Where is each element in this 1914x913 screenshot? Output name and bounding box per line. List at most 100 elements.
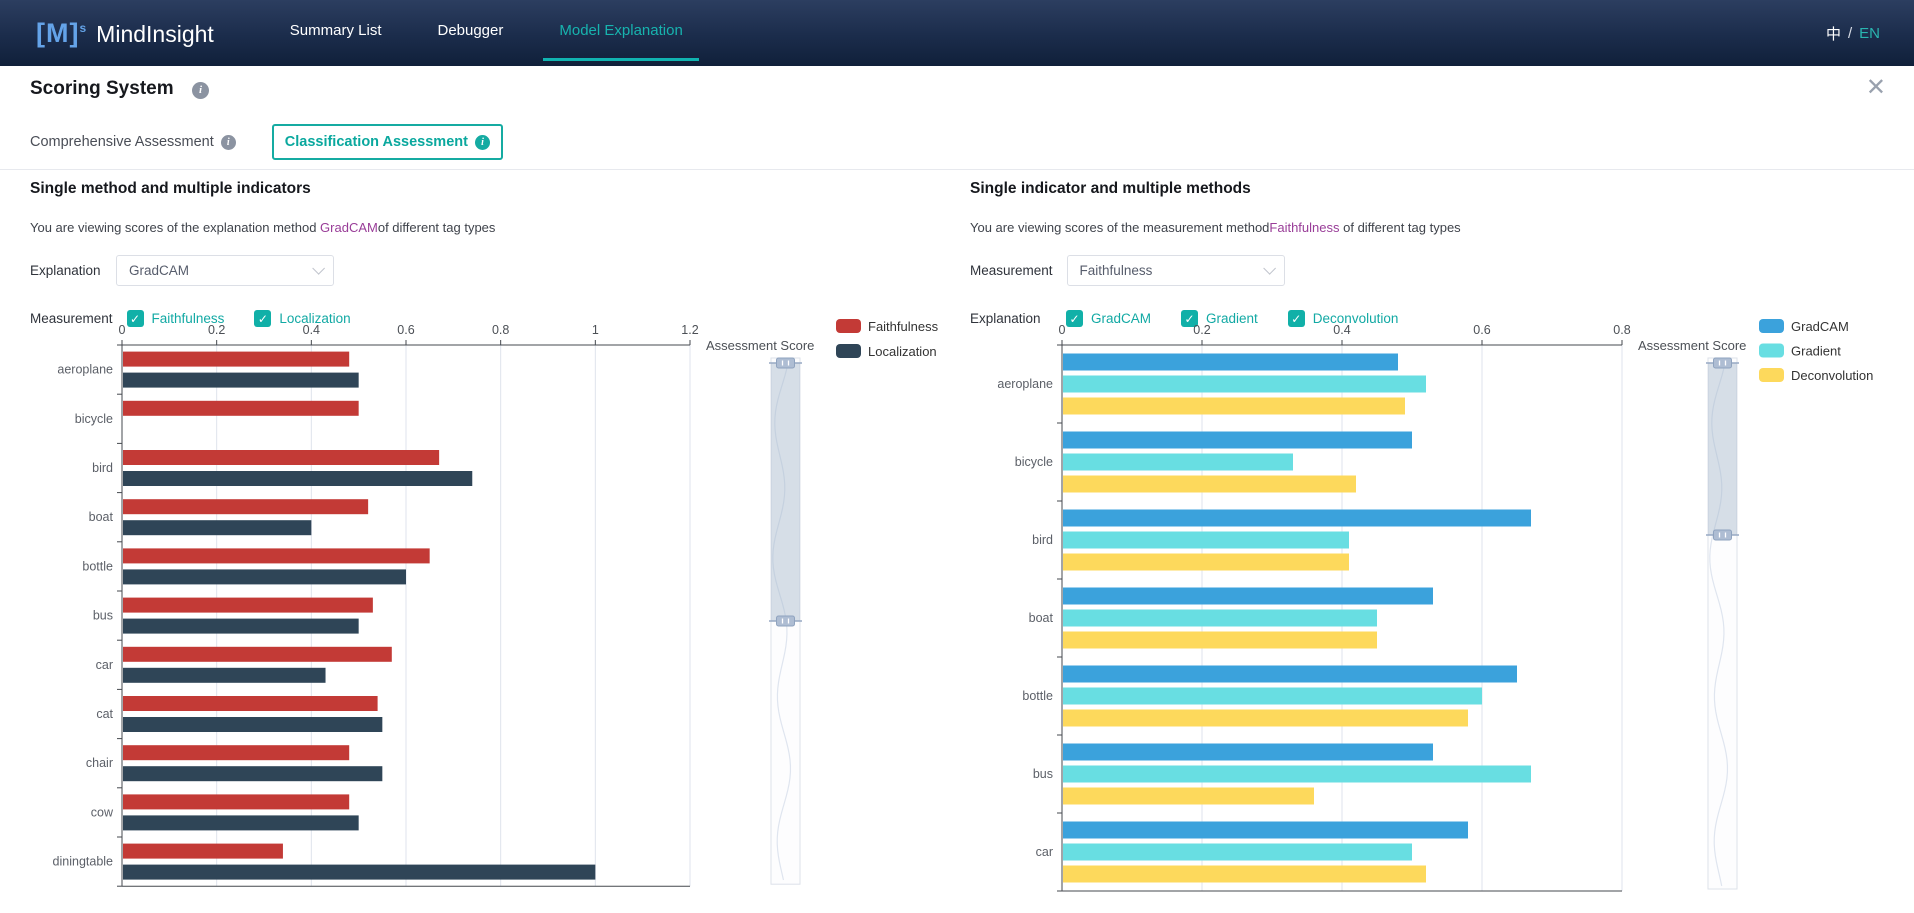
x-tick-label: 0.4 [1333,323,1350,337]
bar-localization-bottle [123,569,406,584]
slider-handle-bottom[interactable] [777,616,795,626]
category-label: boat [89,510,114,524]
tab-comprehensive-assessment[interactable]: Comprehensive Assessment i [30,134,236,150]
left-chart: 00.20.40.60.811.2aeroplanebicyclebirdboa… [30,315,960,913]
tab-classification-assessment[interactable]: Classification Assessmenti [272,124,503,160]
close-icon[interactable]: ✕ [1866,76,1886,100]
right-chart: 00.20.40.60.8aeroplanebicyclebirdboatbot… [970,315,1914,913]
legend-label: Localization [868,344,937,359]
bar-gradient-bicycle [1063,454,1293,471]
x-tick-label: 0.8 [1613,323,1630,337]
note-method: Faithfulness [1269,220,1339,235]
panel-single-method: Single method and multiple indicators Yo… [30,176,950,327]
legend-item-gradcam[interactable]: GradCAM [1759,319,1849,334]
lang-en-button[interactable]: EN [1859,25,1880,42]
x-axis-name: Assessment Score [706,338,814,353]
bar-localization-car [123,668,326,683]
bar-faithfulness-bicycle [123,401,359,416]
bar-deconvolution-bottle [1063,710,1468,727]
bar-deconvolution-bus [1063,788,1314,805]
viewing-note: You are viewing scores of the explanatio… [30,220,950,235]
nav-tabs: Summary List Debugger Model Explanation [262,0,711,66]
bar-localization-cat [123,717,382,732]
nav-tab-model-explanation[interactable]: Model Explanation [543,0,698,66]
bar-deconvolution-boat [1063,632,1377,649]
category-label: car [1036,845,1053,859]
x-tick-label: 1.2 [681,323,698,337]
category-label: bird [1032,533,1053,547]
section-heading: Single indicator and multiple methods [970,180,1900,198]
bar-faithfulness-bottle [123,548,430,563]
bar-faithfulness-chair [123,745,349,760]
category-label: diningtable [53,855,114,869]
slider-handle-top[interactable] [1714,358,1732,368]
note-method: GradCAM [320,220,378,235]
language-switch: 中 / EN [1826,0,1880,66]
bar-faithfulness-car [123,647,392,662]
viewing-note: You are viewing scores of the measuremen… [970,220,1900,235]
info-icon[interactable]: i [192,82,209,99]
legend-swatch [1759,344,1784,358]
bar-localization-diningtable [123,865,595,880]
slider-handle-top[interactable] [777,358,795,368]
panel-single-indicator: Single indicator and multiple methods Yo… [970,176,1900,327]
explanation-select[interactable]: GradCAM [116,255,334,286]
nav-tab-summary-list[interactable]: Summary List [274,0,398,66]
bar-gradcam-boat [1063,588,1433,605]
bar-faithfulness-cow [123,794,349,809]
category-label: boat [1029,611,1054,625]
info-icon[interactable]: i [221,135,236,150]
bar-gradient-bus [1063,766,1531,783]
bar-faithfulness-diningtable [123,844,283,859]
category-label: bird [92,461,113,475]
category-label: cow [91,805,114,819]
info-icon[interactable]: i [475,135,490,150]
note-prefix: You are viewing scores of the measuremen… [970,220,1269,235]
x-tick-label: 0.2 [208,323,225,337]
category-label: car [96,658,113,672]
bar-localization-bus [123,619,359,634]
x-tick-label: 0 [119,323,126,337]
legend-item-gradient[interactable]: Gradient [1759,344,1841,359]
measurement-select[interactable]: Faithfulness [1067,255,1285,286]
legend-item-deconvolution[interactable]: Deconvolution [1759,368,1873,383]
bar-faithfulness-bird [123,450,439,465]
legend-item-faithfulness[interactable]: Faithfulness [836,319,939,334]
bar-gradient-bottle [1063,688,1482,705]
note-suffix: of different tag types [1340,220,1461,235]
bar-localization-bird [123,471,472,486]
bar-deconvolution-car [1063,866,1426,883]
note-prefix: You are viewing scores of the explanatio… [30,220,320,235]
bar-gradcam-aeroplane [1063,354,1398,371]
x-tick-label: 0.6 [397,323,414,337]
bar-localization-chair [123,766,382,781]
bar-faithfulness-boat [123,499,368,514]
measurement-select-value: Faithfulness [1080,263,1153,278]
legend-swatch [1759,319,1784,333]
category-label: bottle [82,559,113,573]
x-tick-label: 0 [1059,323,1066,337]
bar-faithfulness-bus [123,598,373,613]
legend-label: Faithfulness [868,319,939,334]
x-tick-label: 0.4 [303,323,320,337]
app-title: MindInsight [96,21,214,48]
legend-label: Deconvolution [1791,368,1873,383]
assessment-tabs: Comprehensive AssessmentiClassification … [30,124,503,160]
chevron-down-icon [312,262,325,275]
lang-zh-button[interactable]: 中 [1826,23,1841,44]
nav-tab-debugger[interactable]: Debugger [421,0,519,66]
bar-gradcam-bird [1063,510,1531,527]
x-axis-name: Assessment Score [1638,338,1746,353]
category-label: aeroplane [997,377,1053,391]
slider-handle-bottom[interactable] [1714,530,1732,540]
logo-sup: s [79,21,86,35]
legend-item-localization[interactable]: Localization [836,344,937,359]
data-zoom-selection[interactable] [771,363,800,621]
category-label: bus [93,609,113,623]
data-zoom-selection[interactable] [1708,363,1737,535]
category-label: bicycle [1015,455,1053,469]
tab-label: Comprehensive Assessment [30,134,214,150]
legend-label: Gradient [1791,344,1841,359]
legend-swatch [836,344,861,358]
bar-gradient-boat [1063,610,1377,627]
